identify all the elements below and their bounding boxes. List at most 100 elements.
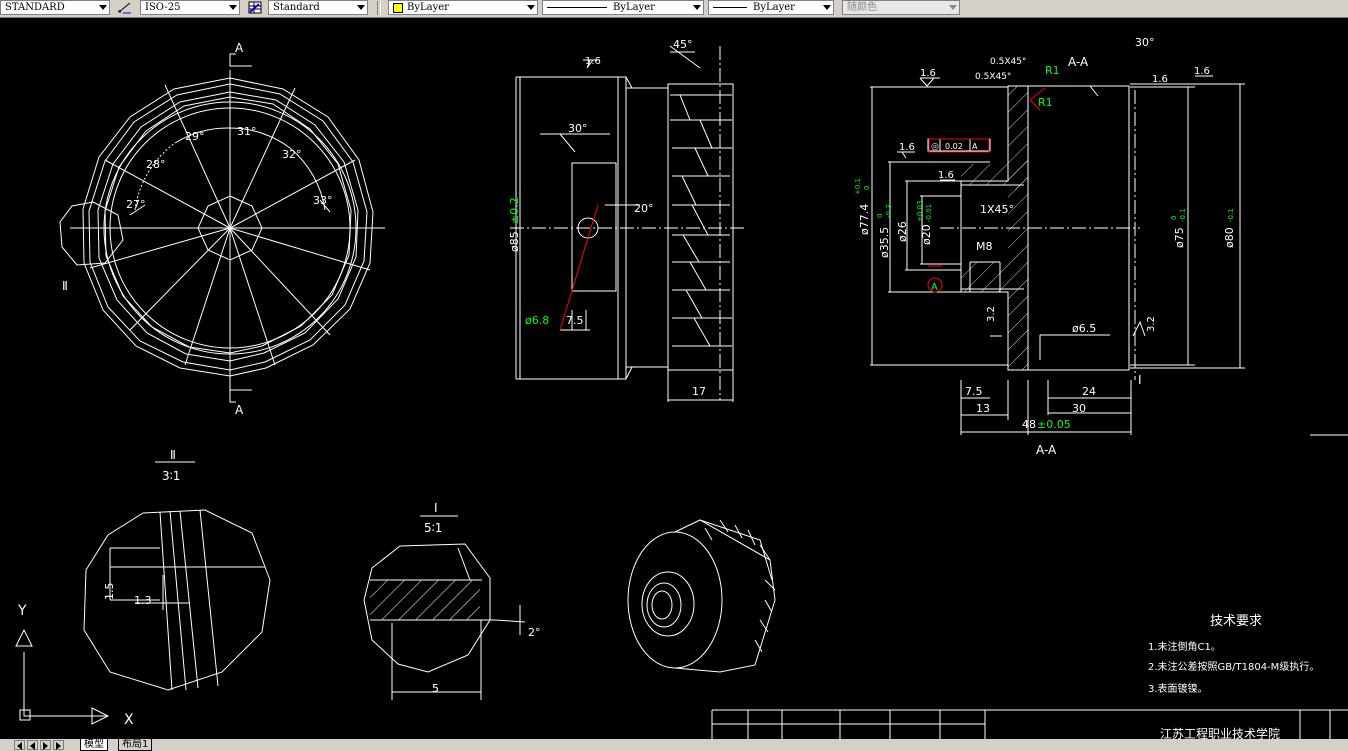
text-style-combo[interactable]: STANDARD (0, 0, 110, 15)
angle-31-label: 31° (237, 125, 257, 138)
tab-model[interactable]: 模型 (80, 739, 108, 751)
chevron-down-icon (693, 5, 701, 10)
chevron-down-icon (357, 5, 365, 10)
tech-req-item-2: 2.未注公差按照GB/T1804-M级执行。 (1148, 660, 1319, 673)
tech-req-item-1: 1.未注倒角C1。 (1148, 640, 1221, 653)
chamfer2-label: 0.5X45° (975, 72, 1011, 82)
r1b-label: R1 (1038, 96, 1053, 109)
table-style-combo[interactable]: Standard (268, 0, 368, 15)
linetype-preview (547, 7, 607, 8)
ucs-icon (15, 628, 110, 725)
plot-style-combo: 随颜色 (842, 0, 960, 15)
chevron-down-icon (527, 5, 535, 10)
rough32b-label: 3.2 (1146, 316, 1157, 332)
plot-style-value: 随颜色 (847, 2, 877, 13)
lineweight-combo[interactable]: ByLayer (708, 0, 834, 15)
first-tab-button[interactable] (14, 740, 25, 750)
prev-tab-button[interactable] (27, 740, 38, 750)
drawing-canvas[interactable]: A A 29° 31° 28° 32° 27° 33° Ⅱ 1.6 45° 30… (0, 18, 1348, 739)
section-aa-view (870, 75, 1245, 435)
layout-tab-bar: 模型 布局1 (0, 739, 1348, 751)
roughness-5-label: 1.6 (1194, 66, 1210, 77)
detail-ii-dim15: 1.5 (103, 583, 116, 601)
roughness-3-label: 1.6 (938, 170, 954, 181)
detail-i-view (363, 515, 526, 700)
side-dia85-tol: ±0.2 (508, 197, 521, 224)
leader-lines (559, 87, 1046, 331)
roughness-4-label: 1.6 (1152, 74, 1168, 85)
chevron-down-icon (949, 5, 957, 10)
dim30-label: 30 (1072, 402, 1086, 415)
dia75-tol-lo: -0.1 (1179, 208, 1187, 222)
dia65-label: ø6.5 (1072, 322, 1096, 335)
dia75-tol-up: 0 (1170, 216, 1178, 220)
tech-req-title: 技术要求 (1210, 614, 1262, 629)
dim24-label: 24 (1082, 385, 1096, 398)
lineweight-preview (713, 7, 747, 8)
section-aa-subtitle: A-A (1036, 443, 1057, 457)
dim48-tol: ±0.05 (1037, 418, 1071, 431)
tech-req-item-3: 3.表面镀镍。 (1148, 682, 1208, 695)
title-block-school: 江苏工程职业技术学院 (1160, 726, 1280, 739)
chamfer1-label: 0.5X45° (990, 57, 1026, 67)
dia355-label: ø35.5 (878, 227, 891, 258)
r1a-label: R1 (1045, 64, 1060, 77)
side-angle20-label: 20° (634, 202, 654, 215)
side-dia68-label: ø6.8 (525, 314, 549, 327)
chevron-down-icon (823, 5, 831, 10)
dia75-label: ø75 (1173, 227, 1186, 248)
next-tab-button[interactable] (40, 740, 51, 750)
detail-ii-label: Ⅱ (170, 448, 176, 462)
layer-color-swatch (393, 2, 403, 13)
detail-i-dim5: 5 (432, 682, 439, 695)
section-label-a-bottom: A (235, 403, 244, 417)
lineweight-value: ByLayer (753, 2, 795, 13)
angle-32-label: 32° (282, 148, 302, 161)
ucs-x-label: X (124, 712, 134, 728)
side-angle30-label: 30° (568, 122, 588, 135)
table-style-value: Standard (273, 2, 320, 13)
chevron-down-icon (229, 5, 237, 10)
chevron-down-icon (99, 5, 107, 10)
text-style-value: STANDARD (5, 2, 65, 13)
detail-ii-view (83, 461, 271, 691)
section-aa-title: A-A (1068, 55, 1089, 69)
side-dia85-label: ø85 (508, 231, 521, 252)
side-dim75-label: 7.5 (566, 314, 584, 327)
linetype-value: ByLayer (613, 2, 655, 13)
layer-combo[interactable]: ByLayer (388, 0, 538, 15)
tolerance-value: 0.02 (945, 142, 963, 151)
roughness-1-label: 1.6 (920, 68, 936, 79)
tab-layout1[interactable]: 布局1 (118, 739, 153, 751)
dim-style-combo[interactable]: ISO-25 (140, 0, 240, 15)
detail-i-angle2: 2° (528, 626, 541, 639)
dia80-tol-lo: -0.1 (1227, 208, 1235, 222)
detail-i-scale: 5∶1 (424, 521, 442, 535)
rough32a-label: 3.2 (986, 306, 997, 322)
dia774-tol-lo: 0 (863, 186, 871, 190)
angle-28-label: 28° (146, 158, 166, 171)
side-view (510, 45, 745, 402)
dia355-tol-up: 0 (876, 214, 884, 218)
table-style-icon[interactable] (248, 1, 262, 14)
dim75-label: 7.5 (965, 385, 983, 398)
last-tab-button[interactable] (53, 740, 64, 750)
tolerance-symbol: ◎ (931, 142, 939, 152)
dia26-label: ø26 (896, 221, 909, 242)
properties-toolbar: STANDARD ISO-25 Standard ByLayer ByLayer… (0, 0, 1348, 18)
detail-ii-scale: 3∶1 (162, 469, 180, 483)
dia774-label: ø77.4 (858, 204, 871, 235)
isometric-view (627, 519, 776, 673)
dim-style-icon[interactable] (118, 1, 132, 14)
dim-style-value: ISO-25 (145, 2, 181, 13)
angle-33-label: 33° (313, 194, 333, 207)
roughness-2-label: 1.6 (899, 142, 915, 153)
dia80-label: ø80 (1223, 227, 1236, 248)
dim13-label: 13 (976, 402, 990, 415)
marker-ii-label: Ⅱ (62, 279, 68, 293)
linetype-combo[interactable]: ByLayer (542, 0, 704, 15)
dia20-tol-lo: -0.01 (925, 204, 933, 222)
detail-ii-dim13: 1.3 (134, 594, 152, 607)
side-angle45-label: 45° (673, 38, 693, 51)
tolerance-ref: A (972, 142, 978, 151)
